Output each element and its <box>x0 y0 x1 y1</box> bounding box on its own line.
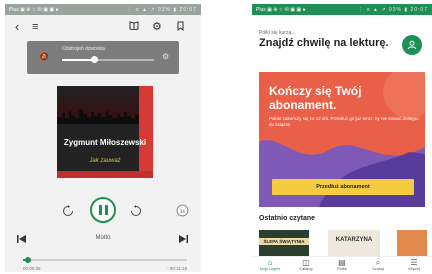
screenshot-pair: Plus ▣ ⊕ ☆ ✉ ▣ ▣ ● ⋮ ≡ ▲ ↗ 93% ▮ 20:07 ‹… <box>0 0 432 274</box>
chapter-title: Motto <box>95 235 111 241</box>
muted-bell-icon[interactable]: 🔕 <box>39 52 49 61</box>
nav-label: Półka <box>337 267 347 271</box>
chapter-row: Motto <box>5 233 201 247</box>
user-icon <box>407 40 417 50</box>
home-icon: ⌂ <box>267 258 273 267</box>
greeting-subtitle: Pólki się kurzą... <box>259 30 296 36</box>
status-right: ⋮ ≡ ▲ ↗ 93% ▮ 20:07 <box>127 6 197 13</box>
recently-read-heading: Ostatnio czytane <box>259 215 316 222</box>
greeting-title: Znajdź chwilę na lekturę. <box>259 37 389 49</box>
status-right: ⋮ ≡ ▲ ↗ 93% ▮ 20:07 <box>358 6 428 13</box>
rewind-15-icon[interactable] <box>62 205 74 219</box>
extend-subscription-button[interactable]: Przedłuż abonament <box>272 179 414 195</box>
profile-avatar-button[interactable] <box>402 35 422 55</box>
cover-author: Zygmunt Miłoszewski <box>63 138 147 147</box>
nav-shelf[interactable]: ▤ Półka <box>324 258 360 271</box>
speed-button[interactable]: 1x <box>176 204 189 219</box>
book-title: KATARZYNA <box>335 237 373 243</box>
bookmark-icon[interactable] <box>177 21 184 34</box>
menu-icon: ☰ <box>410 258 418 267</box>
book-title: ŚLEPA ŚWIĄTYNIA <box>259 238 309 245</box>
home-screen: Plus ▣ ⊕ ☆ ✉ ▣ ▣ ● ⋮ ≡ ▲ ↗ 93% ▮ 20:07 P… <box>252 4 432 272</box>
book-icon[interactable] <box>129 21 139 33</box>
search-icon: ⌕ <box>375 258 381 267</box>
nav-more[interactable]: ☰ Więcej <box>396 258 432 271</box>
nav-label: Szukaj <box>372 267 384 271</box>
pause-icon-bar <box>104 205 108 215</box>
shelf-icon: ▤ <box>338 258 346 267</box>
time-remaining: - 00:11:18 <box>167 266 187 271</box>
cover-bottom-band <box>57 171 153 178</box>
player-toolbar: ‹ ≡ ⚙ <box>5 15 201 41</box>
svg-text:1x: 1x <box>180 208 186 213</box>
chapters-list-icon[interactable]: ≡ <box>32 21 38 33</box>
promo-title: Kończy się Twój abonament. <box>269 84 362 112</box>
cover-skyline-art <box>57 109 139 124</box>
volume-overlay: 🔕 Odstrojeń dzwonka ⚙ <box>27 41 179 74</box>
subscription-promo-card: Kończy się Twój abonament. Pakiet zakońc… <box>259 72 425 207</box>
catalog-icon: ◫ <box>302 258 310 267</box>
playback-progress-knob[interactable] <box>24 257 31 263</box>
cover-title: Jak zauważ <box>89 158 121 164</box>
nav-label: Moja Legimi <box>259 267 281 271</box>
promo-description: Pakiet zakończy się za 12 dni. Przedłuż … <box>269 116 419 127</box>
settings-gear-icon[interactable]: ⚙ <box>152 21 162 33</box>
book-cover-recent-1[interactable]: ŚLEPA ŚWIĄTYNIA <box>259 230 309 256</box>
nav-my-legimi[interactable]: ⌂ Moja Legimi <box>252 258 288 271</box>
book-cover: Zygmunt Miłoszewski Jak zauważ <box>57 86 153 178</box>
player-screen: Plus ▣ ⊕ ☆ ✉ ▣ ▣ ● ⋮ ≡ ▲ ↗ 93% ▮ 20:07 ‹… <box>5 4 201 272</box>
nav-label: Więcej <box>408 267 420 271</box>
next-chapter-icon[interactable] <box>179 235 188 245</box>
book-cover-recent-2[interactable]: KATARZYNA <box>328 230 380 256</box>
forward-15-icon[interactable] <box>130 205 142 219</box>
status-left: Plus ▣ ⊕ ☆ ✉ ▣ ▣ ● <box>9 6 59 13</box>
status-left: Plus ▣ ⊕ ☆ ✉ ▣ ▣ ● <box>256 6 306 13</box>
book-cover-recent-3[interactable] <box>397 230 427 256</box>
pause-button[interactable] <box>90 197 116 223</box>
cover-red-stripe <box>139 86 153 178</box>
back-arrow-icon[interactable]: ‹ <box>15 20 19 33</box>
nav-label: Katalog <box>299 267 313 271</box>
volume-slider[interactable] <box>62 56 154 63</box>
pause-icon-bar <box>98 205 102 215</box>
nav-search[interactable]: ⌕ Szukaj <box>360 258 396 271</box>
bottom-navigation: ⌂ Moja Legimi ◫ Katalog ▤ Półka ⌕ Szukaj… <box>252 256 432 272</box>
status-bar: Plus ▣ ⊕ ☆ ✉ ▣ ▣ ● ⋮ ≡ ▲ ↗ 93% ▮ 20:07 <box>252 4 432 15</box>
volume-slider-fill <box>62 59 95 61</box>
volume-slider-knob[interactable] <box>90 56 98 63</box>
playback-controls: 1x <box>5 197 201 226</box>
playback-progress-bar[interactable] <box>23 257 187 263</box>
status-bar: Plus ▣ ⊕ ☆ ✉ ▣ ▣ ● ⋮ ≡ ▲ ↗ 93% ▮ 20:07 <box>5 4 201 15</box>
nav-catalog[interactable]: ◫ Katalog <box>288 258 324 271</box>
volume-settings-icon[interactable]: ⚙ <box>162 52 169 61</box>
volume-label: Odstrojeń dzwonka <box>62 46 105 52</box>
time-elapsed: 00:00:35 <box>23 266 41 271</box>
